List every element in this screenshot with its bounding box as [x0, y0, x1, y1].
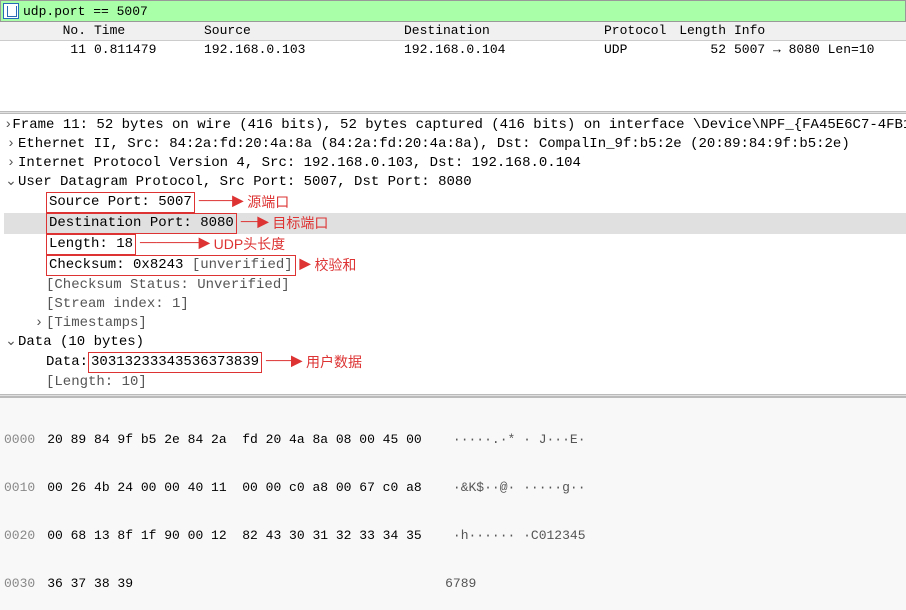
checksum-status-text: [Checksum Status: Unverified]: [46, 276, 290, 295]
annotation-checksum: 校验和: [314, 256, 356, 275]
tree-data-length[interactable]: [Length: 10]: [4, 373, 906, 392]
stream-index-text: [Stream index: 1]: [46, 295, 189, 314]
tree-udp-text: User Datagram Protocol, Src Port: 5007, …: [18, 173, 472, 192]
arrow-icon: ───▶: [266, 353, 302, 372]
cell-src: 192.168.0.103: [204, 41, 404, 59]
checksum-value: Checksum: 0x8243 [unverified]: [46, 255, 296, 276]
tree-data-text: Data (10 bytes): [18, 333, 144, 352]
col-hdr-proto: Protocol: [604, 22, 674, 40]
arrow-icon: ──▶: [241, 214, 269, 233]
tree-data[interactable]: ⌄ Data (10 bytes): [4, 333, 906, 352]
hex-row[interactable]: 002000 68 13 8f 1f 90 00 12 82 43 30 31 …: [4, 528, 902, 544]
cell-info: 5007 → 8080 Len=10: [734, 41, 902, 59]
col-hdr-no: No.: [4, 22, 94, 40]
tree-udp-stream[interactable]: [Stream index: 1]: [4, 295, 906, 314]
arrow-icon: ───────▶: [140, 235, 210, 254]
packet-row[interactable]: 11 0.811479 192.168.0.103 192.168.0.104 …: [0, 41, 906, 59]
annotation-length: UDP头长度: [214, 235, 286, 254]
tree-udp-timestamps[interactable]: › [Timestamps]: [4, 314, 906, 333]
timestamps-text: [Timestamps]: [46, 314, 147, 333]
length-value: Length: 18: [46, 234, 136, 255]
tree-udp-dstport[interactable]: Destination Port: 8080 ──▶ 目标端口: [4, 213, 906, 234]
packet-details-tree[interactable]: › Frame 11: 52 bytes on wire (416 bits),…: [0, 114, 906, 394]
data-prefix: Data:: [46, 353, 88, 372]
arrow-icon: ────▶: [199, 193, 243, 212]
packet-list-blank: [0, 59, 906, 111]
col-hdr-info: Info: [734, 22, 902, 40]
tree-udp-length[interactable]: Length: 18 ───────▶ UDP头长度: [4, 234, 906, 255]
annotation-userdata: 用户数据: [306, 353, 362, 372]
tree-udp-checksum-status[interactable]: [Checksum Status: Unverified]: [4, 276, 906, 295]
bookmark-icon: [3, 3, 19, 19]
tree-data-value[interactable]: Data: 30313233343536373839 ───▶ 用户数据: [4, 352, 906, 373]
dstport-value: Destination Port: 8080: [46, 213, 237, 234]
cell-len: 52: [674, 41, 734, 59]
expand-icon[interactable]: ›: [4, 116, 12, 135]
tree-udp-srcport[interactable]: Source Port: 5007 ────▶ 源端口: [4, 192, 906, 213]
tree-ip[interactable]: › Internet Protocol Version 4, Src: 192.…: [4, 154, 906, 173]
tree-ip-text: Internet Protocol Version 4, Src: 192.16…: [18, 154, 581, 173]
expand-icon[interactable]: ›: [32, 314, 46, 333]
tree-eth-text: Ethernet II, Src: 84:2a:fd:20:4a:8a (84:…: [18, 135, 850, 154]
tree-frame-text: Frame 11: 52 bytes on wire (416 bits), 5…: [12, 116, 906, 135]
col-hdr-src: Source: [204, 22, 404, 40]
cell-proto: UDP: [604, 41, 674, 59]
srcport-value: Source Port: 5007: [46, 192, 195, 213]
expand-icon[interactable]: ›: [4, 154, 18, 173]
hex-row[interactable]: 000020 89 84 9f b5 2e 84 2a fd 20 4a 8a …: [4, 432, 902, 448]
collapse-icon[interactable]: ⌄: [4, 173, 18, 192]
data-bytes: 30313233343536373839: [88, 352, 262, 373]
col-hdr-len: Length: [674, 22, 734, 40]
tree-frame[interactable]: › Frame 11: 52 bytes on wire (416 bits),…: [4, 116, 906, 135]
annotation-dstport: 目标端口: [272, 214, 328, 233]
display-filter-bar[interactable]: [0, 0, 906, 22]
collapse-icon[interactable]: ⌄: [4, 333, 18, 352]
tree-udp[interactable]: ⌄ User Datagram Protocol, Src Port: 5007…: [4, 173, 906, 192]
tree-udp-checksum[interactable]: Checksum: 0x8243 [unverified] ▶ 校验和: [4, 255, 906, 276]
packet-list-header: No. Time Source Destination Protocol Len…: [0, 22, 906, 41]
hex-row[interactable]: 001000 26 4b 24 00 00 40 11 00 00 c0 a8 …: [4, 480, 902, 496]
cell-no: 11: [4, 41, 94, 59]
arrow-icon: ▶: [300, 256, 311, 275]
annotation-srcport: 源端口: [247, 193, 289, 212]
col-hdr-dst: Destination: [404, 22, 604, 40]
hex-dump-pane[interactable]: 000020 89 84 9f b5 2e 84 2a fd 20 4a 8a …: [0, 397, 906, 610]
expand-icon[interactable]: ›: [4, 135, 18, 154]
col-hdr-time: Time: [94, 22, 204, 40]
cell-dst: 192.168.0.104: [404, 41, 604, 59]
cell-time: 0.811479: [94, 41, 204, 59]
tree-ethernet[interactable]: › Ethernet II, Src: 84:2a:fd:20:4a:8a (8…: [4, 135, 906, 154]
display-filter-input[interactable]: [23, 4, 903, 19]
hex-row[interactable]: 003036 37 38 39 6789: [4, 576, 902, 592]
data-length-text: [Length: 10]: [46, 373, 147, 392]
